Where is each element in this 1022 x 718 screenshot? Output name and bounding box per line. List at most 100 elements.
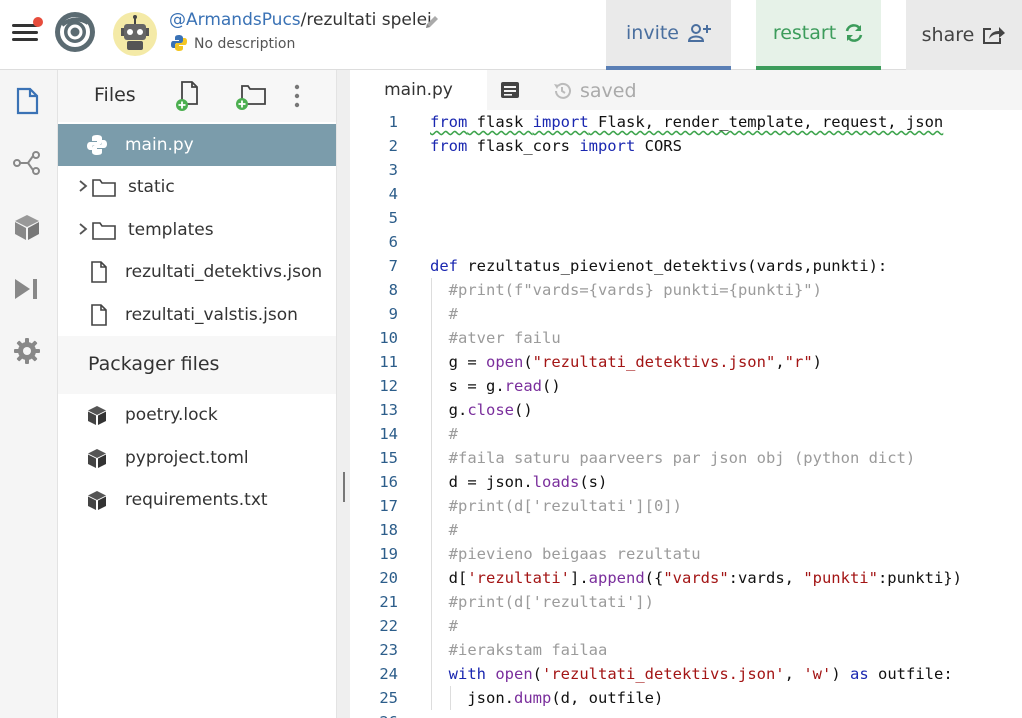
- code-line[interactable]: 3: [350, 158, 1022, 182]
- debugger-icon[interactable]: [12, 274, 42, 304]
- python-icon: [171, 35, 187, 51]
- code-area[interactable]: 1 from flask import Flask, render_templat…: [350, 110, 1022, 718]
- code-line[interactable]: 26: [350, 710, 1022, 718]
- folder-item-static[interactable]: static: [58, 166, 336, 208]
- code-line[interactable]: 15 #faila saturu paarveers par json obj …: [350, 446, 1022, 470]
- version-control-icon[interactable]: [12, 148, 42, 178]
- line-number: 17: [379, 497, 398, 515]
- code-text[interactable]: def rezultatus_pievienot_detektivs(vards…: [430, 254, 887, 278]
- folder-item-templates[interactable]: templates: [58, 209, 336, 251]
- code-text[interactable]: d['rezultati'].append({"vards":vards, "p…: [430, 566, 962, 590]
- code-line[interactable]: 17 #print(d['rezultati'][0]): [350, 494, 1022, 518]
- line-number: 14: [379, 425, 398, 443]
- code-line[interactable]: 16 d = json.loads(s): [350, 470, 1022, 494]
- code-line[interactable]: 6: [350, 230, 1022, 254]
- file-icon: [91, 261, 107, 283]
- chevron-right-icon[interactable]: [78, 222, 88, 236]
- code-text[interactable]: d = json.loads(s): [430, 470, 608, 494]
- file-name: main.py: [125, 135, 194, 155]
- pencil-icon[interactable]: [423, 13, 441, 31]
- code-text[interactable]: g = open("rezultati_detektivs.json","r"): [430, 350, 822, 374]
- code-line[interactable]: 10 #atver failu: [350, 326, 1022, 350]
- resize-grip[interactable]: [343, 472, 345, 502]
- code-line[interactable]: 11 g = open("rezultati_detektivs.json","…: [350, 350, 1022, 374]
- owner-link[interactable]: @ArmandsPucs: [169, 10, 301, 30]
- code-text[interactable]: #pievieno beigaas rezultatu: [430, 542, 701, 566]
- robot-avatar-icon: [121, 15, 149, 50]
- code-line[interactable]: 8 #print(f"vards={vards} punkti={punkti}…: [350, 278, 1022, 302]
- files-icon[interactable]: [12, 86, 42, 116]
- code-text[interactable]: g.close(): [430, 398, 533, 422]
- line-number: 10: [379, 329, 398, 347]
- line-number: 21: [379, 593, 398, 611]
- line-number: 22: [379, 617, 398, 635]
- code-line[interactable]: 5: [350, 206, 1022, 230]
- file-item-main-py[interactable]: main.py: [58, 124, 336, 166]
- packages-icon[interactable]: [12, 212, 42, 242]
- file-item-rezultati-detektivs[interactable]: rezultati_detektivs.json: [58, 251, 336, 293]
- avatar[interactable]: [113, 12, 157, 56]
- code-text[interactable]: #ierakstam failaa: [430, 638, 608, 662]
- code-text[interactable]: json.dump(d, outfile): [430, 686, 663, 710]
- line-number: 8: [388, 281, 398, 299]
- panel-resize-handle[interactable]: [336, 70, 350, 718]
- code-line[interactable]: 19 #pievieno beigaas rezultatu: [350, 542, 1022, 566]
- add-file-icon[interactable]: [175, 80, 201, 112]
- chevron-right-icon[interactable]: [78, 179, 88, 193]
- code-text[interactable]: #print(f"vards={vards} punkti={punkti}"): [430, 278, 822, 302]
- file-item-requirements-txt[interactable]: requirements.txt: [58, 479, 336, 521]
- line-number: 11: [379, 353, 398, 371]
- console-icon[interactable]: [500, 81, 520, 99]
- file-name: pyproject.toml: [125, 448, 249, 468]
- code-text[interactable]: from flask_cors import CORS: [430, 134, 682, 158]
- more-options-icon[interactable]: [290, 82, 304, 110]
- code-line[interactable]: 25 json.dump(d, outfile): [350, 686, 1022, 710]
- code-text[interactable]: with open('rezultati_detektivs.json', 'w…: [430, 662, 953, 686]
- code-text[interactable]: s = g.read(): [430, 374, 561, 398]
- code-line[interactable]: 14 #: [350, 422, 1022, 446]
- code-line[interactable]: 4: [350, 182, 1022, 206]
- code-line[interactable]: 23 #ierakstam failaa: [350, 638, 1022, 662]
- file-icon: [91, 304, 107, 326]
- code-text[interactable]: #print(d['rezultati'][0]): [430, 494, 682, 518]
- code-line[interactable]: 22 #: [350, 614, 1022, 638]
- restart-button[interactable]: restart: [756, 0, 881, 70]
- file-item-rezultati-valstis[interactable]: rezultati_valstis.json: [58, 294, 336, 336]
- save-status: saved: [580, 80, 637, 102]
- code-text[interactable]: from flask import Flask, render_template…: [430, 110, 943, 134]
- add-folder-icon[interactable]: [234, 82, 268, 110]
- code-text[interactable]: #: [430, 302, 458, 326]
- history-icon[interactable]: [552, 81, 572, 101]
- code-line[interactable]: 12 s = g.read(): [350, 374, 1022, 398]
- code-text[interactable]: #: [430, 614, 458, 638]
- repl-description[interactable]: No description: [194, 36, 295, 52]
- code-text[interactable]: #atver failu: [430, 326, 561, 350]
- settings-gear-icon[interactable]: [12, 336, 42, 366]
- code-line[interactable]: 1 from flask import Flask, render_templat…: [350, 110, 1022, 134]
- code-line[interactable]: 9 #: [350, 302, 1022, 326]
- code-text[interactable]: #faila saturu paarveers par json obj (py…: [430, 446, 916, 470]
- repl-name[interactable]: rezultati spelei: [306, 10, 431, 30]
- code-line[interactable]: 20 d['rezultati'].append({"vards":vards,…: [350, 566, 1022, 590]
- code-line[interactable]: 2 from flask_cors import CORS: [350, 134, 1022, 158]
- file-item-poetry-lock[interactable]: poetry.lock: [58, 394, 336, 436]
- replit-logo[interactable]: [54, 11, 96, 53]
- code-line[interactable]: 24 with open('rezultati_detektivs.json',…: [350, 662, 1022, 686]
- code-line[interactable]: 7 def rezultatus_pievienot_detektivs(vard…: [350, 254, 1022, 278]
- packager-files-header: Packager files: [58, 336, 336, 394]
- code-text[interactable]: #: [430, 422, 458, 446]
- tab-main-py[interactable]: main.py: [350, 70, 487, 110]
- code-line[interactable]: 13 g.close(): [350, 398, 1022, 422]
- code-line[interactable]: 21 #print(d['rezultati']): [350, 590, 1022, 614]
- invite-button[interactable]: invite: [606, 0, 731, 70]
- share-button[interactable]: share: [906, 0, 1022, 70]
- line-number: 5: [388, 209, 398, 227]
- file-item-pyproject-toml[interactable]: pyproject.toml: [58, 437, 336, 479]
- file-name: rezultati_valstis.json: [125, 305, 298, 325]
- code-text[interactable]: #print(d['rezultati']): [430, 590, 654, 614]
- code-line[interactable]: 18 #: [350, 518, 1022, 542]
- repl-title[interactable]: @ArmandsPucs/rezultati spelei: [169, 10, 432, 30]
- line-number: 3: [388, 161, 398, 179]
- packager-files-title: Packager files: [88, 353, 220, 375]
- code-text[interactable]: #: [430, 518, 458, 542]
